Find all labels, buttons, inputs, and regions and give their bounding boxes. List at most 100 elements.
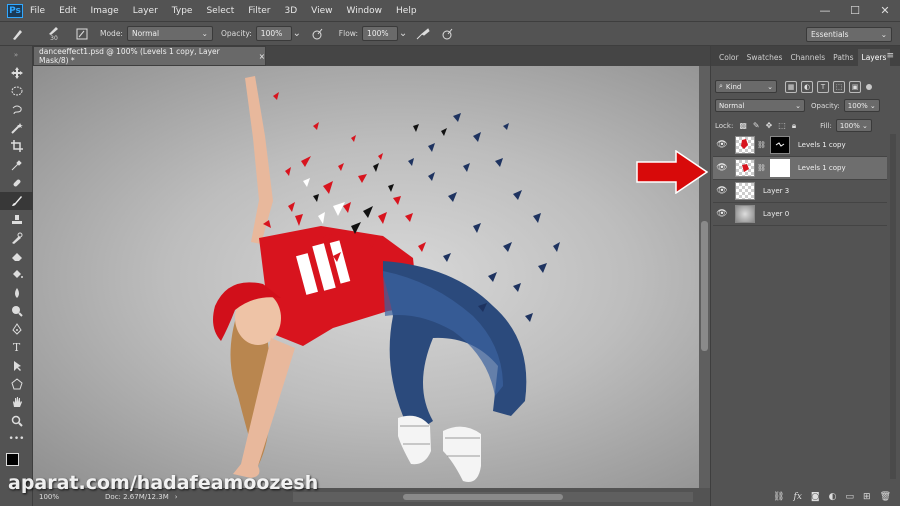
menu-layer[interactable]: Layer — [126, 6, 165, 16]
layer-thumbnail[interactable] — [735, 182, 755, 200]
layer-mask-thumbnail[interactable] — [769, 136, 790, 154]
lasso-icon[interactable] — [0, 101, 33, 119]
layers-scrollbar[interactable] — [890, 134, 896, 479]
vertical-scrollbar-thumb[interactable] — [701, 221, 708, 351]
lock-transparent-icon[interactable]: ▩ — [739, 121, 747, 130]
close-tab-icon[interactable]: × — [259, 52, 265, 61]
history-brush-icon[interactable] — [0, 229, 33, 247]
pressure-opacity-icon[interactable] — [309, 26, 325, 42]
opacity-field[interactable]: 100% — [255, 26, 292, 41]
adjustment-layer-icon[interactable]: ◐ — [829, 492, 837, 502]
status-menu-icon[interactable]: › — [175, 493, 178, 501]
layer-mask-thumbnail[interactable] — [769, 159, 790, 177]
filter-toggle-icon[interactable] — [866, 83, 872, 90]
minimize-button[interactable]: — — [810, 4, 840, 17]
layer-name[interactable]: Layer 3 — [763, 187, 789, 195]
lock-image-icon[interactable]: ✎ — [753, 121, 760, 130]
marquee-icon[interactable] — [0, 82, 33, 100]
menu-view[interactable]: View — [304, 6, 339, 16]
brush-panel-icon[interactable] — [74, 26, 90, 42]
flow-dropdown-icon[interactable]: ⌄ — [399, 26, 407, 42]
type-filter-icon[interactable]: T — [817, 80, 829, 93]
maximize-button[interactable]: ☐ — [840, 4, 870, 17]
tab-layers[interactable]: Layers — [857, 49, 891, 66]
visibility-eye-icon[interactable]: 👁︎ — [713, 186, 731, 196]
layer-thumbnail[interactable] — [735, 205, 755, 223]
menu-edit[interactable]: Edit — [52, 6, 83, 16]
hand-icon[interactable] — [0, 393, 33, 411]
layer-row[interactable]: 👁︎ Layer 0 — [713, 203, 887, 226]
document-tab[interactable]: danceeffect1.psd @ 100% (Levels 1 copy, … — [33, 46, 266, 66]
visibility-eye-icon[interactable]: 👁︎ — [713, 209, 731, 219]
brush-tool-preset-icon[interactable] — [10, 26, 26, 42]
close-button[interactable]: ✕ — [870, 4, 900, 17]
canvas[interactable] — [33, 66, 699, 488]
layer-name[interactable]: Levels 1 copy — [798, 141, 846, 149]
new-layer-icon[interactable]: ⊞ — [863, 492, 871, 502]
visibility-eye-icon[interactable]: 👁︎ — [713, 163, 731, 173]
layer-name[interactable]: Layer 0 — [763, 210, 789, 218]
horizontal-scrollbar[interactable] — [293, 492, 693, 502]
clone-stamp-icon[interactable] — [0, 210, 33, 228]
shape-filter-icon[interactable]: ⬚ — [833, 80, 845, 93]
layer-row[interactable]: 👁︎ ⛓ Levels 1 copy — [713, 157, 887, 180]
more-tools-icon[interactable]: ••• — [0, 430, 33, 448]
paint-bucket-icon[interactable] — [0, 265, 33, 283]
add-mask-icon[interactable]: ◙ — [811, 492, 820, 502]
menu-file[interactable]: File — [23, 6, 52, 16]
menu-image[interactable]: Image — [84, 6, 126, 16]
pixel-filter-icon[interactable]: ▦ — [785, 80, 797, 93]
new-group-icon[interactable]: ▭ — [846, 492, 855, 502]
brush-icon[interactable] — [0, 192, 33, 211]
menu-window[interactable]: Window — [340, 6, 390, 16]
lock-artboard-icon[interactable]: ⬚ — [778, 121, 786, 130]
layer-style-icon[interactable]: fx — [793, 492, 801, 502]
crop-icon[interactable] — [0, 137, 33, 155]
eraser-icon[interactable] — [0, 247, 33, 265]
link-mask-icon[interactable]: ⛓ — [757, 141, 766, 149]
delete-layer-icon[interactable]: 🗑︎ — [880, 492, 891, 502]
link-layers-icon[interactable]: ⛓ — [773, 492, 784, 502]
panel-menu-icon[interactable]: ≡ — [886, 51, 894, 61]
zoom-icon[interactable] — [0, 412, 33, 430]
lock-all-icon[interactable]: 🔒︎ — [792, 121, 796, 131]
menu-select[interactable]: Select — [199, 6, 241, 16]
zoom-level[interactable]: 100% — [39, 493, 59, 501]
adjustment-filter-icon[interactable]: ◐ — [801, 80, 813, 93]
dodge-icon[interactable] — [0, 302, 33, 320]
layer-row[interactable]: 👁︎ Layer 3 — [713, 180, 887, 203]
foreground-color-swatch[interactable] — [6, 453, 19, 467]
visibility-eye-icon[interactable]: 👁︎ — [713, 140, 731, 150]
eyedropper-icon[interactable] — [0, 155, 33, 173]
kind-filter-select[interactable]: ⌕ Kind ⌄ — [715, 80, 777, 93]
tab-paths[interactable]: Paths — [829, 49, 857, 66]
workspace-select[interactable]: Essentials ⌄ — [806, 27, 892, 42]
horizontal-scrollbar-thumb[interactable] — [403, 494, 563, 500]
blend-mode-select[interactable]: Normal ⌄ — [715, 99, 805, 112]
menu-filter[interactable]: Filter — [241, 6, 277, 16]
pressure-size-icon[interactable] — [439, 26, 455, 42]
link-mask-icon[interactable]: ⛓ — [757, 164, 766, 172]
layer-thumbnail[interactable] — [735, 159, 755, 177]
blur-icon[interactable] — [0, 284, 33, 302]
airbrush-icon[interactable] — [415, 26, 431, 42]
layer-name[interactable]: Levels 1 copy — [798, 164, 846, 172]
type-icon[interactable]: T — [0, 338, 33, 356]
menu-3d[interactable]: 3D — [278, 6, 305, 16]
shape-icon[interactable] — [0, 375, 33, 393]
move-icon[interactable] — [0, 64, 33, 82]
vertical-scrollbar[interactable] — [699, 66, 710, 488]
path-select-icon[interactable] — [0, 357, 33, 375]
doc-info[interactable]: Doc: 2.67M/12.3M — [105, 493, 169, 501]
layer-opacity-field[interactable]: 100% ⌄ — [843, 99, 880, 112]
flow-field[interactable]: 100% — [362, 26, 399, 41]
lock-position-icon[interactable]: ✥ — [766, 121, 773, 130]
tab-color[interactable]: Color — [715, 49, 743, 66]
mode-select[interactable]: Normal ⌄ — [126, 26, 213, 41]
pen-icon[interactable] — [0, 320, 33, 338]
layer-row[interactable]: 👁︎ ⛓ Levels 1 copy — [713, 134, 887, 157]
tab-channels[interactable]: Channels — [786, 49, 829, 66]
healing-brush-icon[interactable] — [0, 174, 33, 192]
fill-field[interactable]: 100% ⌄ — [835, 119, 872, 132]
tab-swatches[interactable]: Swatches — [743, 49, 787, 66]
